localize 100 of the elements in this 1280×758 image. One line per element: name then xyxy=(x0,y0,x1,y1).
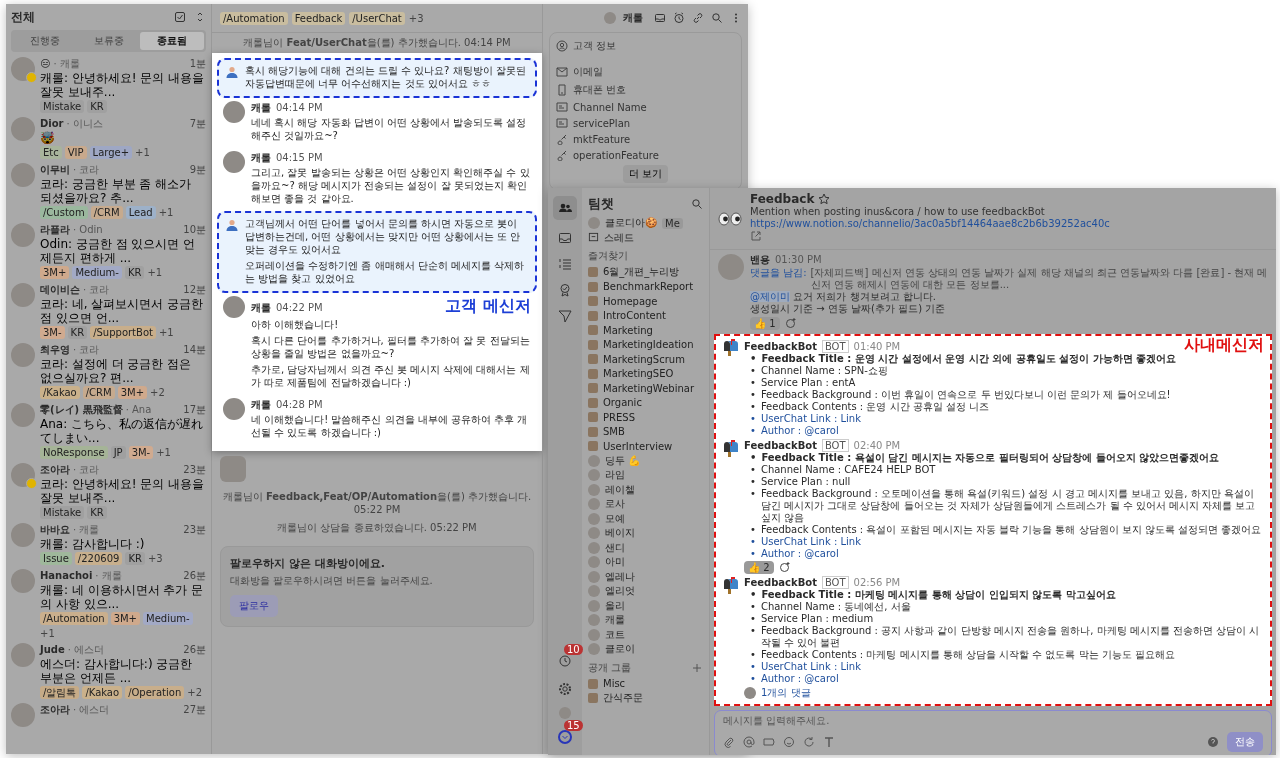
sidebar-item[interactable]: 레이첼 xyxy=(605,482,635,497)
search-icon[interactable] xyxy=(691,198,703,210)
sidebar-item[interactable]: 딩두 💪 xyxy=(605,453,641,468)
sidebar-item[interactable]: 아미 xyxy=(605,555,625,570)
clock-icon[interactable] xyxy=(557,653,573,669)
sidebar-item[interactable]: 샌디 xyxy=(605,540,625,555)
external-link-icon[interactable] xyxy=(750,230,762,242)
chat-name[interactable]: Jude xyxy=(40,644,65,655)
chat-name[interactable]: Hanachoi xyxy=(40,570,93,581)
search-icon[interactable] xyxy=(711,12,723,24)
sidebar-item[interactable]: BenchmarkReport xyxy=(603,281,694,293)
replies-link[interactable]: 1개의 댓글 xyxy=(761,685,811,700)
tag: KR xyxy=(87,506,107,519)
field-link[interactable]: @carol xyxy=(804,547,839,559)
sidebar-item[interactable]: 클로이 xyxy=(605,642,635,657)
bullet: • xyxy=(750,364,756,377)
chat-name[interactable]: 이무비 xyxy=(40,163,70,177)
status-tab[interactable]: 종료됨 xyxy=(140,32,204,50)
chat-name[interactable]: 최우영 xyxy=(40,343,70,357)
chat-name[interactable]: 😑 xyxy=(40,58,51,69)
sidebar-item[interactable]: IntroContent xyxy=(603,310,666,322)
follow-button[interactable]: 팔로우 xyxy=(230,595,278,617)
sidebar-item[interactable]: 코트 xyxy=(605,627,625,642)
people-icon[interactable] xyxy=(553,196,577,220)
chat-name[interactable]: 조아라 xyxy=(40,463,70,477)
sidebar-item[interactable]: Organic xyxy=(603,397,642,409)
settings-icon[interactable] xyxy=(557,681,573,697)
at-sign-icon[interactable] xyxy=(743,735,755,748)
sidebar-item[interactable]: 엘리엇 xyxy=(605,584,635,599)
field-link[interactable]: @carol xyxy=(804,672,839,684)
tag-count: +3 xyxy=(408,12,424,24)
more-button[interactable]: 더 보기 xyxy=(622,165,669,183)
bullet: • xyxy=(750,648,756,661)
sidebar-item[interactable]: 라임 xyxy=(605,468,625,483)
tag-count: +2 xyxy=(187,687,202,698)
sidebar-item[interactable]: MarketingWebinar xyxy=(603,382,694,394)
list-icon[interactable] xyxy=(557,256,573,272)
assignee-name[interactable]: 캐롤 xyxy=(623,11,643,25)
sidebar-item[interactable]: 모예 xyxy=(605,511,625,526)
sidebar-item[interactable]: UserInterview xyxy=(603,440,673,452)
alarm-clock-icon[interactable] xyxy=(673,12,685,24)
refresh-icon[interactable] xyxy=(803,735,815,748)
help-icon[interactable] xyxy=(1207,735,1219,748)
status-tab[interactable]: 진행중 xyxy=(13,32,77,50)
bullet: • xyxy=(750,376,756,389)
star-icon[interactable] xyxy=(818,193,831,205)
field-link[interactable]: Link xyxy=(840,535,861,547)
chat-preview: 에스더: 감사합니다:) 궁금한 부분은 언제든 ... xyxy=(40,657,194,685)
channel-title: Feedback xyxy=(750,192,815,206)
reaction-button[interactable]: 👍 1 xyxy=(750,316,780,330)
field-label: Author : xyxy=(760,547,802,559)
sidebar-item[interactable]: 간식주문 xyxy=(603,691,643,706)
field-link[interactable]: Link xyxy=(840,660,861,672)
sidebar-item[interactable]: 로사 xyxy=(605,497,625,512)
add-reaction-icon[interactable] xyxy=(778,561,791,573)
badge-icon[interactable] xyxy=(557,282,573,298)
mention-link[interactable]: @제이미 xyxy=(750,290,790,302)
field-link[interactable]: Link xyxy=(840,412,861,424)
sidebar-item[interactable]: 올리 xyxy=(605,598,625,613)
sidebar-item[interactable]: 엘레나 xyxy=(605,569,635,584)
tag: KR xyxy=(124,266,145,279)
sidebar-item[interactable]: MarketingScrum xyxy=(603,353,685,365)
reaction-button[interactable]: 👍 2 xyxy=(744,560,774,574)
chevron-circle-icon[interactable] xyxy=(557,729,573,745)
link-icon[interactable] xyxy=(692,12,704,24)
avatar xyxy=(588,570,600,583)
chat-preview: 🤯 xyxy=(40,131,56,145)
sidebar-item[interactable]: 6월_개편_누리방 xyxy=(603,265,680,280)
sidebar-item[interactable]: Marketing xyxy=(603,324,653,336)
sidebar-item[interactable]: 캐롤 xyxy=(605,613,625,628)
avatar xyxy=(588,527,600,540)
inbox-icon[interactable] xyxy=(557,230,573,246)
add-reaction-icon[interactable] xyxy=(784,317,797,329)
sidebar-item[interactable]: MarketingIdeation xyxy=(603,339,694,351)
attachment-icon[interactable] xyxy=(723,735,735,748)
sidebar-item[interactable]: SMB xyxy=(603,426,625,438)
sidebar-item[interactable]: Misc xyxy=(603,678,626,690)
sidebar-item[interactable]: PRESS xyxy=(603,411,635,423)
inbox-icon[interactable] xyxy=(654,12,666,24)
checkbox-icon[interactable] xyxy=(174,11,186,23)
chat-name[interactable]: 라플라 xyxy=(40,223,70,237)
tag: Medium- xyxy=(72,266,122,279)
field-link[interactable]: @carol xyxy=(804,424,839,436)
text-format-icon[interactable] xyxy=(823,735,835,748)
channel-icon xyxy=(588,267,598,278)
chat-name[interactable]: Dior xyxy=(40,118,64,129)
agent-name: · 캐롤 xyxy=(95,569,123,583)
emoji-icon[interactable] xyxy=(783,735,795,748)
chat-name[interactable]: 데이비슨 xyxy=(40,283,80,297)
sidebar-item[interactable]: Homepage xyxy=(603,295,658,307)
sidebar-item[interactable]: MarketingSEO xyxy=(603,368,674,380)
sidebar-item[interactable]: 베이지 xyxy=(605,526,635,541)
tag: KR xyxy=(67,326,88,339)
annotation-label: 사내메신저 xyxy=(1184,337,1264,352)
sidebar-item[interactable]: 스레드 xyxy=(604,230,634,245)
chat-name[interactable]: 零(レイ) 黒飛監督 xyxy=(40,403,123,417)
status-tab[interactable]: 보류중 xyxy=(76,32,141,50)
chat-name[interactable]: 조아라 xyxy=(40,703,70,717)
plus-icon[interactable] xyxy=(691,661,703,674)
chat-name[interactable]: 바바요 xyxy=(40,523,70,537)
